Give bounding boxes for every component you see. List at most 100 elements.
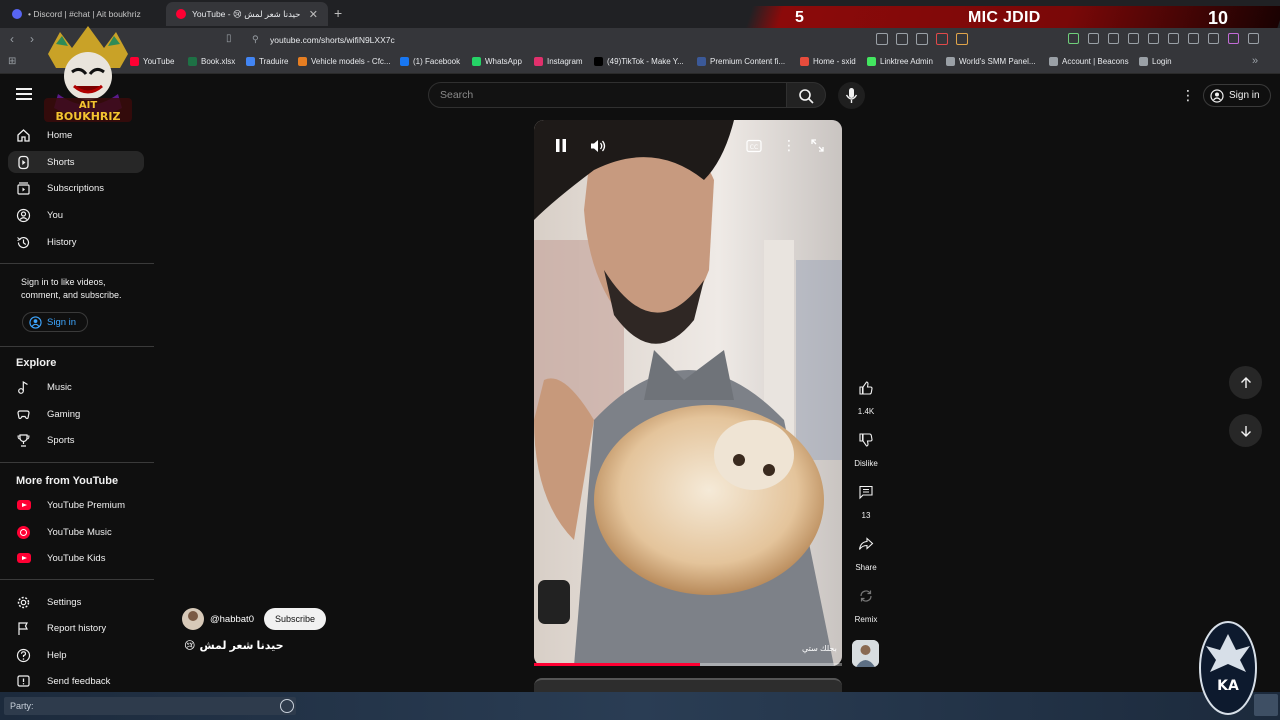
sidebar-item-history[interactable]: History: [8, 231, 144, 253]
search-input[interactable]: [428, 82, 787, 108]
search-button[interactable]: [786, 82, 826, 108]
back-icon[interactable]: ‹: [10, 32, 14, 46]
share-icon[interactable]: [896, 33, 908, 45]
previous-short-button[interactable]: [1229, 366, 1262, 399]
wallet-icon[interactable]: [1168, 33, 1179, 44]
new-tab-button[interactable]: +: [334, 5, 342, 21]
sidebar-item-settings[interactable]: Settings: [8, 591, 144, 613]
sidebar-item-gaming[interactable]: Gaming: [8, 403, 144, 425]
sidebar-item-home[interactable]: Home: [8, 124, 144, 146]
extension-icon[interactable]: [1068, 33, 1079, 44]
pause-button[interactable]: [554, 137, 568, 160]
party-input[interactable]: [4, 697, 296, 715]
share-button[interactable]: Share: [850, 530, 882, 572]
sidebar-item-label: Sports: [47, 434, 75, 446]
voice-search-button[interactable]: [838, 82, 865, 109]
sidebar-item-label: Help: [47, 649, 67, 661]
sidebar-item-youtube-music[interactable]: YouTube Music: [8, 521, 144, 543]
sidebar-item-report-history[interactable]: Report history: [8, 617, 144, 639]
bookmark-item[interactable]: Account | Beacons: [1049, 57, 1129, 66]
puzzle-icon[interactable]: [1088, 33, 1099, 44]
forward-icon[interactable]: ›: [30, 32, 34, 46]
channel-name[interactable]: @habbat0: [210, 614, 254, 625]
sidebar-item-help[interactable]: Help: [8, 644, 144, 666]
svg-text:KA: KA: [1217, 678, 1239, 694]
bookmark-item[interactable]: WhatsApp: [472, 57, 522, 66]
help-icon: [16, 648, 31, 663]
arrow-up-icon: [1240, 376, 1251, 388]
browser-tab-youtube[interactable]: YouTube - 😢 حيدنا شعر لمش ✕: [166, 2, 328, 26]
sidebar-item-youtube-kids[interactable]: YouTube Kids: [8, 547, 144, 569]
profile-icon[interactable]: [1228, 33, 1239, 44]
ait-boukhriz-logo: AIT BOUKHRIZ: [44, 26, 132, 123]
sidebar-item-subscriptions[interactable]: Subscriptions: [8, 177, 144, 199]
sidebar-item-shorts[interactable]: Shorts: [8, 151, 144, 173]
apps-icon[interactable]: ⊞: [8, 56, 16, 67]
remix-button[interactable]: Remix: [850, 582, 882, 624]
fullscreen-button[interactable]: [810, 138, 825, 158]
bookmark-label: Login: [1152, 57, 1172, 66]
sidebar-item-sports[interactable]: Sports: [8, 429, 144, 451]
reading-list-icon[interactable]: [1128, 33, 1139, 44]
bookmark-icon[interactable]: ▯: [226, 33, 232, 44]
bookmark-item[interactable]: (1) Facebook: [400, 57, 460, 66]
flag-icon: [16, 621, 31, 636]
sidebar-item-you[interactable]: You: [8, 204, 144, 226]
extension-icon[interactable]: [1108, 33, 1119, 44]
url-field[interactable]: youtube.com/shorts/wifiN9LXX7c: [270, 35, 395, 45]
sound-thumbnail[interactable]: [852, 640, 879, 667]
volume-button[interactable]: [589, 137, 607, 160]
corner-menu-button[interactable]: [1254, 694, 1278, 716]
bookmark-item[interactable]: Instagram: [534, 57, 583, 66]
short-title-row: 😢 حيدنا شعر لمش: [184, 639, 284, 652]
brave-icon[interactable]: [936, 33, 948, 45]
settings-menu-icon[interactable]: ⋮: [1181, 88, 1195, 102]
sidebar-item-youtube-premium[interactable]: YouTube Premium: [8, 494, 144, 516]
party-status-icon[interactable]: [280, 699, 294, 713]
browser-tab-discord[interactable]: • Discord | #chat | Ait boukhriz: [2, 2, 162, 26]
channel-avatar[interactable]: [182, 608, 204, 630]
install-icon[interactable]: [876, 33, 888, 45]
sign-in-prompt: Sign in to like videos, comment, and sub…: [21, 277, 122, 300]
more-bookmarks-icon[interactable]: »: [1252, 55, 1258, 67]
sign-in-button[interactable]: Sign in: [1203, 84, 1271, 107]
bookmark-item[interactable]: (49)TikTok - Make Y...: [594, 57, 684, 66]
rewards-icon[interactable]: [956, 33, 968, 45]
sidebar-item-send-feedback[interactable]: Send feedback: [8, 670, 144, 692]
bookmark-item[interactable]: Home - sxid: [800, 57, 856, 66]
like-button[interactable]: 1.4K: [850, 374, 882, 416]
sidebar-item-music[interactable]: Music: [8, 376, 144, 398]
hamburger-menu-icon[interactable]: [16, 88, 32, 102]
site-info-icon[interactable]: ⚲: [252, 34, 259, 45]
bookmark-item[interactable]: Linktree Admin: [867, 57, 933, 66]
dislike-button[interactable]: Dislike: [850, 426, 882, 468]
bookmark-item[interactable]: Premium Content fi...: [697, 57, 785, 66]
subscribe-button[interactable]: Subscribe: [263, 608, 327, 630]
next-short-button[interactable]: [1229, 414, 1262, 447]
shield-icon[interactable]: [1208, 33, 1219, 44]
channel-row: @habbat0 Subscribe: [182, 608, 327, 630]
short-video-player[interactable]: [534, 120, 842, 666]
next-short-preview[interactable]: [534, 678, 842, 692]
captions-button[interactable]: CC: [746, 139, 762, 158]
bookmark-item[interactable]: Login: [1139, 57, 1172, 66]
bookmark-item[interactable]: Vehicle models - Cfc...: [298, 57, 391, 66]
thumbs-up-icon: [859, 381, 873, 395]
sidebar-divider: [0, 462, 154, 463]
youtube-music-icon: [16, 525, 31, 540]
sidebar-sign-in-button[interactable]: Sign in: [22, 312, 88, 332]
bookmark-item[interactable]: Traduire: [246, 57, 289, 66]
menu-icon[interactable]: [1248, 33, 1259, 44]
short-title[interactable]: حيدنا شعر لمش: [199, 639, 283, 652]
comments-button[interactable]: 13: [850, 478, 882, 520]
more-from-youtube-heading: More from YouTube: [16, 475, 119, 487]
extension-icon[interactable]: [916, 33, 928, 45]
bookmark-item[interactable]: World's SMM Panel...: [946, 57, 1036, 66]
youtube-premium-icon: [16, 498, 31, 513]
close-tab-icon[interactable]: ✕: [309, 8, 318, 21]
sidebar-item-label: Report history: [47, 622, 107, 634]
sidebar-icon[interactable]: [1148, 33, 1159, 44]
bookmark-item[interactable]: Book.xlsx: [188, 57, 235, 66]
vpn-icon[interactable]: [1188, 33, 1199, 44]
more-options-icon[interactable]: ⋮: [782, 137, 796, 154]
